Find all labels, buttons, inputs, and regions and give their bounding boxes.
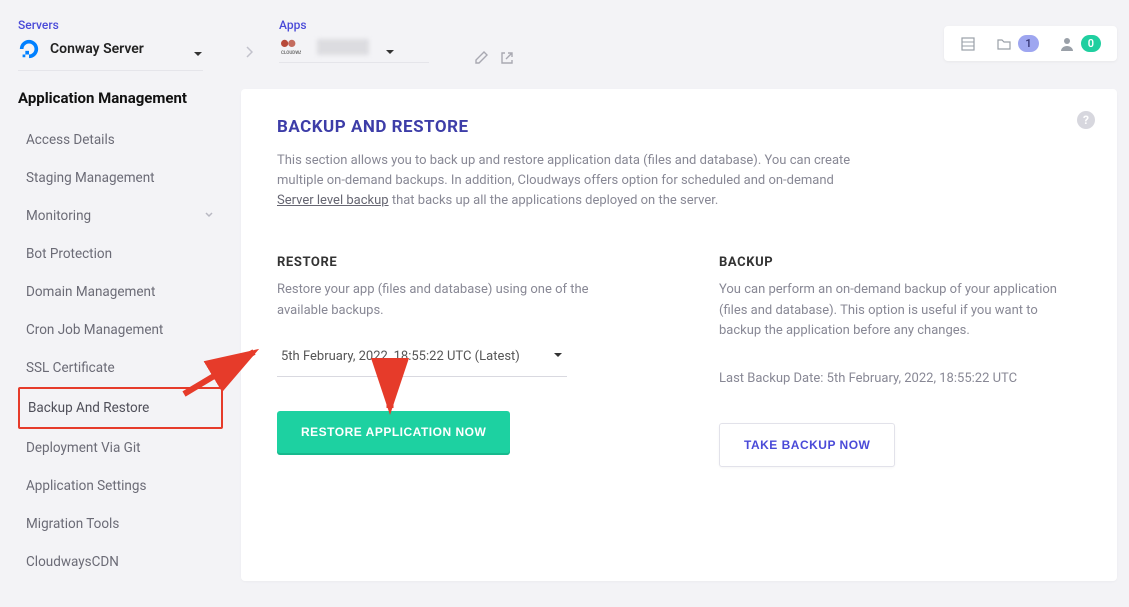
sidebar-item-monitoring[interactable]: Monitoring xyxy=(18,197,223,235)
help-icon[interactable]: ? xyxy=(1077,111,1095,129)
caret-down-icon xyxy=(193,44,203,54)
team-badge: 0 xyxy=(1081,35,1101,52)
server-name: Conway Server xyxy=(50,41,144,57)
sidebar-item-backup-and-restore[interactable]: Backup And Restore xyxy=(18,387,223,429)
app-name-blurred xyxy=(317,39,369,55)
server-level-backup-link[interactable]: Server level backup xyxy=(277,193,389,208)
header-actions: 1 0 xyxy=(944,26,1117,61)
sidebar-item-label: CloudwaysCDN xyxy=(26,554,119,570)
take-backup-button[interactable]: TAKE BACKUP NOW xyxy=(719,423,895,467)
list-view-icon[interactable] xyxy=(960,36,976,52)
edit-icon[interactable] xyxy=(473,50,489,66)
sidebar-item-label: SSL Certificate xyxy=(26,360,115,376)
restore-application-button[interactable]: RESTORE APPLICATION NOW xyxy=(277,411,510,453)
sidebar-item-label: Cron Job Management xyxy=(26,322,163,338)
sidebar-item-label: Domain Management xyxy=(26,284,155,300)
sidebar-item-deployment-via-git[interactable]: Deployment Via Git xyxy=(18,429,223,467)
backup-select[interactable]: 5th February, 2022, 18:55:22 UTC (Latest… xyxy=(277,341,567,377)
chevron-down-icon xyxy=(203,208,215,224)
backup-select-value: 5th February, 2022, 18:55:22 UTC (Latest… xyxy=(281,349,520,364)
caret-down-icon xyxy=(553,349,563,364)
panel-desc-text: that backs up all the applications deplo… xyxy=(392,193,718,208)
app-selector[interactable]: CLOUDWAYS xyxy=(279,38,429,63)
sidebar-item-label: Monitoring xyxy=(26,208,91,224)
sidebar: Application Management Access Details St… xyxy=(18,89,223,581)
servers-label: Servers xyxy=(18,18,203,32)
panel-desc-text: This section allows you to back up and r… xyxy=(277,153,850,188)
panel-title: BACKUP AND RESTORE xyxy=(277,117,1081,137)
backup-heading: BACKUP xyxy=(719,255,1081,270)
sidebar-item-label: Backup And Restore xyxy=(28,400,149,416)
sidebar-item-domain-management[interactable]: Domain Management xyxy=(18,273,223,311)
sidebar-item-ssl-certificate[interactable]: SSL Certificate xyxy=(18,349,223,387)
sidebar-item-label: Deployment Via Git xyxy=(26,440,141,456)
app-platform-icon: CLOUDWAYS xyxy=(279,38,301,56)
sidebar-item-label: Staging Management xyxy=(26,170,155,186)
sidebar-item-access-details[interactable]: Access Details xyxy=(18,121,223,159)
projects-badge: 1 xyxy=(1018,35,1038,52)
sidebar-item-cloudways-cdn[interactable]: CloudwaysCDN xyxy=(18,543,223,581)
last-backup-date: Last Backup Date: 5th February, 2022, 18… xyxy=(719,369,1081,389)
sidebar-item-cron-job-management[interactable]: Cron Job Management xyxy=(18,311,223,349)
restore-text: Restore your app (files and database) us… xyxy=(277,280,639,320)
chevron-right-icon xyxy=(245,46,253,62)
sidebar-title: Application Management xyxy=(18,89,223,107)
sidebar-item-label: Access Details xyxy=(26,132,115,148)
backup-section: BACKUP You can perform an on-demand back… xyxy=(719,255,1081,467)
apps-breadcrumb: Apps CLOUDWAYS xyxy=(279,18,429,63)
projects-icon[interactable]: 1 xyxy=(996,35,1038,52)
external-link-icon[interactable] xyxy=(499,50,515,66)
main-panel: ? BACKUP AND RESTORE This section allows… xyxy=(241,89,1117,581)
svg-text:CLOUDWAYS: CLOUDWAYS xyxy=(281,50,301,56)
apps-label: Apps xyxy=(279,18,429,32)
panel-description: This section allows you to back up and r… xyxy=(277,151,857,211)
sidebar-item-application-settings[interactable]: Application Settings xyxy=(18,467,223,505)
sidebar-item-migration-tools[interactable]: Migration Tools xyxy=(18,505,223,543)
caret-down-icon xyxy=(385,42,395,52)
restore-section: RESTORE Restore your app (files and data… xyxy=(277,255,639,467)
restore-heading: RESTORE xyxy=(277,255,639,270)
sidebar-item-bot-protection[interactable]: Bot Protection xyxy=(18,235,223,273)
sidebar-item-label: Bot Protection xyxy=(26,246,112,262)
sidebar-item-staging-management[interactable]: Staging Management xyxy=(18,159,223,197)
server-selector[interactable]: Conway Server xyxy=(18,38,203,71)
servers-breadcrumb: Servers Conway Server xyxy=(18,18,203,71)
sidebar-item-label: Migration Tools xyxy=(26,516,119,532)
sidebar-item-label: Application Settings xyxy=(26,478,146,494)
backup-text: You can perform an on-demand backup of y… xyxy=(719,280,1081,340)
digitalocean-icon xyxy=(18,38,40,60)
team-icon[interactable]: 0 xyxy=(1059,35,1101,52)
